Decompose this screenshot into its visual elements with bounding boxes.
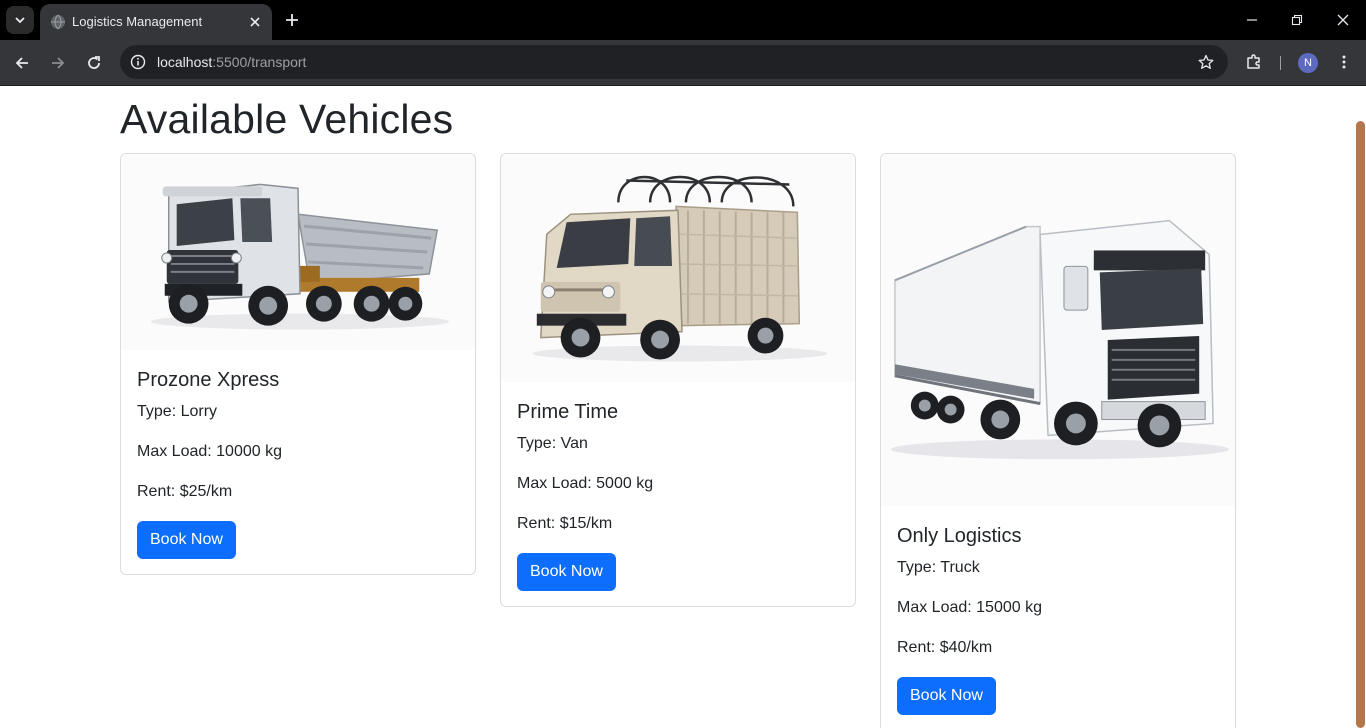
vehicle-name: Prozone Xpress	[137, 369, 280, 391]
url-path: :5500/transport	[212, 54, 307, 70]
card-body: Only Logistics Type: Truck Max Load: 150…	[897, 524, 1219, 715]
vehicle-max-load: Max Load: 15000 kg	[897, 599, 1042, 616]
minimize-button[interactable]	[1238, 6, 1266, 34]
book-now-button[interactable]: Book Now	[137, 521, 236, 559]
vehicle-rent: Rent: $15/km	[517, 515, 613, 532]
puzzle-icon	[1247, 54, 1260, 69]
extensions-button[interactable]	[1242, 50, 1266, 74]
semi-truck-image	[881, 154, 1235, 506]
active-tab[interactable]: Logistics Management	[40, 4, 272, 40]
mini-truck-image	[501, 154, 855, 382]
site-info-icon[interactable]	[128, 52, 148, 72]
vehicle-type: Type: Lorry	[137, 403, 218, 420]
new-tab-button[interactable]	[280, 8, 304, 32]
close-tab-icon[interactable]	[246, 13, 264, 31]
page-scrollbar[interactable]	[1354, 87, 1366, 728]
card-body: Prime Time Type: Van Max Load: 5000 kg R…	[517, 400, 839, 591]
dump-truck-image	[121, 154, 475, 350]
vehicle-max-load: Max Load: 5000 kg	[517, 475, 654, 492]
card-body: Prozone Xpress Type: Lorry Max Load: 100…	[137, 368, 459, 559]
vehicle-name: Only Logistics	[897, 525, 1022, 547]
url-text[interactable]: localhost:5500/transport	[157, 54, 306, 70]
vehicle-rent: Rent: $25/km	[137, 483, 233, 500]
tab-title: Logistics Management	[72, 14, 203, 29]
restore-icon	[1291, 14, 1303, 26]
close-icon	[1337, 14, 1349, 26]
plus-icon	[286, 14, 298, 26]
page-viewport: Available Vehicles Prozone Xpress Type: …	[0, 87, 1366, 728]
chevron-down-icon	[15, 17, 25, 24]
scrollbar-thumb[interactable]	[1356, 121, 1365, 728]
profile-avatar[interactable]: N	[1298, 53, 1318, 73]
tab-search-button[interactable]	[6, 6, 34, 34]
arrow-right-icon	[52, 57, 65, 69]
close-window-button[interactable]	[1329, 6, 1357, 34]
vehicle-card: Prozone Xpress Type: Lorry Max Load: 100…	[120, 153, 476, 575]
star-icon[interactable]	[1196, 52, 1216, 72]
globe-icon	[51, 14, 65, 30]
vehicle-rent: Rent: $40/km	[897, 639, 993, 656]
vehicle-card: Only Logistics Type: Truck Max Load: 150…	[880, 153, 1236, 728]
reload-button[interactable]	[80, 49, 108, 77]
address-bar[interactable]: localhost:5500/transport	[120, 45, 1228, 79]
vehicle-max-load: Max Load: 10000 kg	[137, 443, 282, 460]
forward-button[interactable]	[44, 49, 72, 77]
more-vertical-icon	[1342, 55, 1346, 69]
arrow-left-icon	[15, 57, 28, 69]
vehicle-type: Type: Van	[517, 435, 588, 452]
book-now-button[interactable]: Book Now	[517, 553, 616, 591]
url-host: localhost	[157, 54, 213, 70]
vehicle-name: Prime Time	[517, 401, 619, 423]
back-button[interactable]	[8, 49, 36, 77]
browser-tab-strip: Logistics Management	[0, 0, 1366, 40]
vehicle-card: Prime Time Type: Van Max Load: 5000 kg R…	[500, 153, 856, 607]
page-title: Available Vehicles	[120, 96, 454, 142]
vehicle-type: Type: Truck	[897, 559, 980, 576]
browser-menu-button[interactable]	[1332, 50, 1356, 74]
browser-toolbar: localhost:5500/transport N	[0, 40, 1366, 86]
minimize-icon	[1247, 19, 1257, 21]
restore-button[interactable]	[1283, 6, 1311, 34]
reload-icon	[88, 56, 100, 69]
toolbar-divider	[1280, 56, 1281, 70]
book-now-button[interactable]: Book Now	[897, 677, 996, 715]
